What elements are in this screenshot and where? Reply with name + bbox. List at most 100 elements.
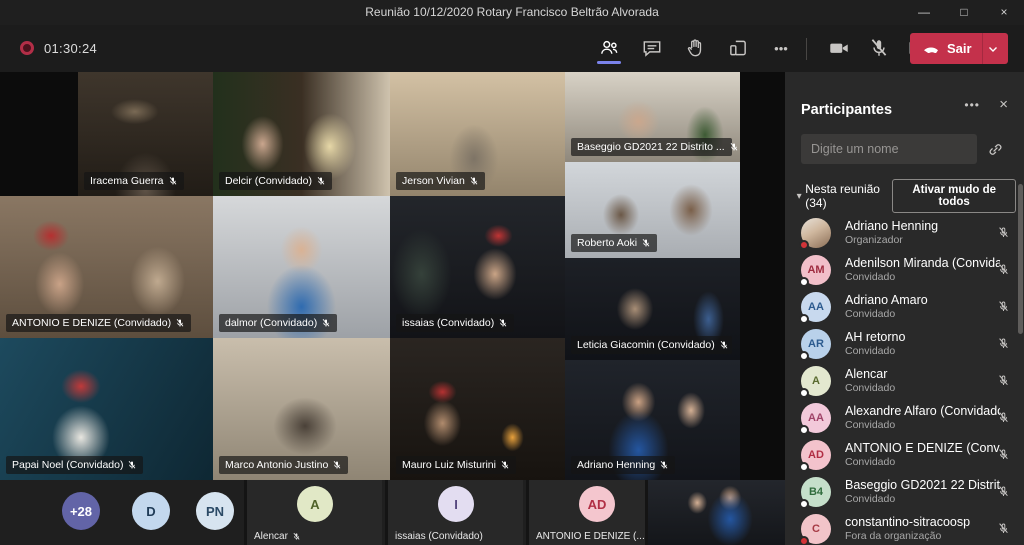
mic-muted-icon[interactable] xyxy=(997,522,1010,540)
raise-hand-button[interactable] xyxy=(682,34,708,62)
leave-meeting-button[interactable]: Sair xyxy=(910,33,1008,64)
hangup-icon xyxy=(922,42,940,56)
video-tile-iracema-guerra[interactable]: Iracema Guerra xyxy=(78,72,213,196)
tile-name-text: Baseggio GD2021 22 Distrito ... xyxy=(577,139,725,155)
search-input[interactable] xyxy=(801,134,977,164)
video-tile-jerson-vivian[interactable]: Jerson Vivian xyxy=(390,72,565,196)
mic-muted-icon[interactable] xyxy=(997,411,1010,429)
presence-dot xyxy=(799,425,809,435)
participants-button[interactable] xyxy=(596,34,622,62)
tile-name-label: ANTONIO E DENIZE (Convidado) xyxy=(6,314,191,332)
tile-name-label: issaias (Convidado) xyxy=(396,314,514,332)
participant-row-adriano-amaro[interactable]: AA Adriano Amaro Convidado xyxy=(785,290,1024,327)
participant-name: Baseggio GD2021 22 Distrito ... xyxy=(845,478,1000,493)
participant-row-adriano-henning[interactable]: Adriano Henning Organizador xyxy=(785,216,1024,253)
participants-panel: Participantes ••• × ▾ Nesta reunião (34)… xyxy=(785,72,1024,545)
participant-row-antonio-denize[interactable]: AD ANTONIO E DENIZE (Convida... Convidad… xyxy=(785,438,1024,475)
panel-title: Participantes xyxy=(801,102,892,118)
video-tile-antonio-denize[interactable]: ANTONIO E DENIZE (Convidado) xyxy=(0,196,213,338)
video-tile-delcir[interactable]: Delcir (Convidado) xyxy=(213,72,390,196)
panel-scrollbar[interactable] xyxy=(1018,184,1023,334)
avatar: B4 xyxy=(801,477,831,507)
camera-toggle-button[interactable] xyxy=(826,34,852,62)
copy-link-icon[interactable] xyxy=(987,141,1004,158)
audio-tile-antonio-denize[interactable]: AD ANTONIO E DENIZE (... xyxy=(526,480,664,545)
participant-name: Alexandre Alfaro (Convidado) xyxy=(845,404,1000,419)
mic-muted-icon[interactable] xyxy=(997,337,1010,355)
tile-name-text: Leticia Giacomin (Convidado) xyxy=(577,337,715,353)
self-video-thumbnail[interactable] xyxy=(645,480,785,545)
minimize-button[interactable]: — xyxy=(904,0,944,25)
presence-dot xyxy=(799,536,809,545)
panel-close-button[interactable]: × xyxy=(999,96,1008,113)
tile-name-label: dalmor (Convidado) xyxy=(219,314,337,332)
section-chevron-icon[interactable]: ▾ xyxy=(793,191,805,202)
search-row xyxy=(801,134,1008,164)
mic-muted-icon xyxy=(868,37,890,59)
participant-name: Adriano Henning xyxy=(845,219,1000,234)
audio-tile-issaias[interactable]: I issaias (Convidado) xyxy=(385,480,523,545)
video-tile-leticia-giacomin[interactable]: Leticia Giacomin (Convidado) xyxy=(565,258,740,360)
toolbar-divider xyxy=(806,38,807,60)
avatar[interactable]: PN xyxy=(196,492,234,530)
participant-row-ah-retorno[interactable]: AR AH retorno Convidado xyxy=(785,327,1024,364)
meeting-section-header: ▾ Nesta reunião (34) Ativar mudo de todo… xyxy=(793,182,1016,210)
panel-more-button[interactable]: ••• xyxy=(964,98,980,112)
tile-name-label: Jerson Vivian xyxy=(396,172,485,190)
video-tile-dalmor[interactable]: dalmor (Convidado) xyxy=(213,196,390,338)
mic-muted-icon[interactable] xyxy=(997,263,1010,281)
section-label: Nesta reunião (34) xyxy=(805,182,892,210)
chat-icon xyxy=(641,37,663,59)
avatar[interactable]: D xyxy=(132,492,170,530)
participant-row-baseggio[interactable]: B4 Baseggio GD2021 22 Distrito ... Convi… xyxy=(785,475,1024,512)
video-tile-papai-noel[interactable]: Papai Noel (Convidado) xyxy=(0,338,213,480)
mic-muted-icon xyxy=(292,532,301,541)
more-actions-button[interactable]: ••• xyxy=(768,34,794,62)
tile-name-text: Adriano Henning xyxy=(577,457,655,473)
mic-muted-icon xyxy=(498,318,508,328)
mic-muted-icon[interactable] xyxy=(997,300,1010,318)
participant-name: Alencar xyxy=(845,367,1000,382)
mic-muted-icon[interactable] xyxy=(997,374,1010,392)
video-grid: Iracema Guerra Delcir (Convidado) Jerson… xyxy=(0,72,785,480)
audio-tile-alencar[interactable]: A Alencar xyxy=(244,480,382,545)
video-tile-baseggio[interactable]: Baseggio GD2021 22 Distrito ... xyxy=(565,72,740,162)
video-tile-issaias[interactable]: issaias (Convidado) xyxy=(390,196,565,338)
chat-button[interactable] xyxy=(639,34,665,62)
mic-muted-icon xyxy=(719,340,729,350)
video-tile-marco-antonio-justino[interactable]: Marco Antonio Justino xyxy=(213,338,390,480)
overflow-count-avatar[interactable]: +28 xyxy=(62,492,100,530)
participant-name: AH retorno xyxy=(845,330,1000,345)
video-tile-mauro-luiz-misturini[interactable]: Mauro Luiz Misturini xyxy=(390,338,565,480)
meeting-timer: 01:30:24 xyxy=(44,41,97,56)
avatar: A xyxy=(297,486,333,522)
mic-muted-icon xyxy=(641,238,651,248)
leave-options-button[interactable] xyxy=(983,45,1003,53)
tile-name-label: issaias (Convidado) xyxy=(395,531,483,542)
participant-row-alencar[interactable]: A Alencar Convidado xyxy=(785,364,1024,401)
close-button[interactable]: × xyxy=(984,0,1024,25)
video-tile-roberto-aoki[interactable]: Roberto Aoki xyxy=(565,162,740,258)
mic-muted-icon[interactable] xyxy=(997,448,1010,466)
maximize-button[interactable]: □ xyxy=(944,0,984,25)
mic-muted-icon[interactable] xyxy=(997,485,1010,503)
avatar: I xyxy=(438,486,474,522)
breakout-rooms-button[interactable] xyxy=(725,34,751,62)
video-tile-adriano-henning[interactable]: Adriano Henning xyxy=(565,360,740,480)
tile-name-text: ANTONIO E DENIZE (Convidado) xyxy=(12,315,171,331)
avatar-initials: AM xyxy=(807,264,824,276)
mute-all-button[interactable]: Ativar mudo de todos xyxy=(892,179,1016,213)
mic-muted-button[interactable] xyxy=(866,34,892,62)
tile-name-text: Alencar xyxy=(254,531,288,542)
chevron-down-icon xyxy=(988,45,998,53)
avatar: AA xyxy=(801,292,831,322)
tile-name-label: Marco Antonio Justino xyxy=(219,456,348,474)
participant-row-constantino-sitracoosp[interactable]: C constantino-sitracoosp Fora da organiz… xyxy=(785,512,1024,545)
mic-muted-icon[interactable] xyxy=(997,226,1010,244)
participant-row-alexandre-alfaro[interactable]: AA Alexandre Alfaro (Convidado) Convidad… xyxy=(785,401,1024,438)
tile-name-text: Jerson Vivian xyxy=(402,173,465,189)
teams-meeting-window: Reunião 10/12/2020 Rotary Francisco Belt… xyxy=(0,0,1024,545)
presence-dot xyxy=(799,462,809,472)
tile-name-text: issaias (Convidado) xyxy=(395,531,483,542)
participant-row-adenilson-miranda[interactable]: AM Adenilson Miranda (Convidad... Convid… xyxy=(785,253,1024,290)
